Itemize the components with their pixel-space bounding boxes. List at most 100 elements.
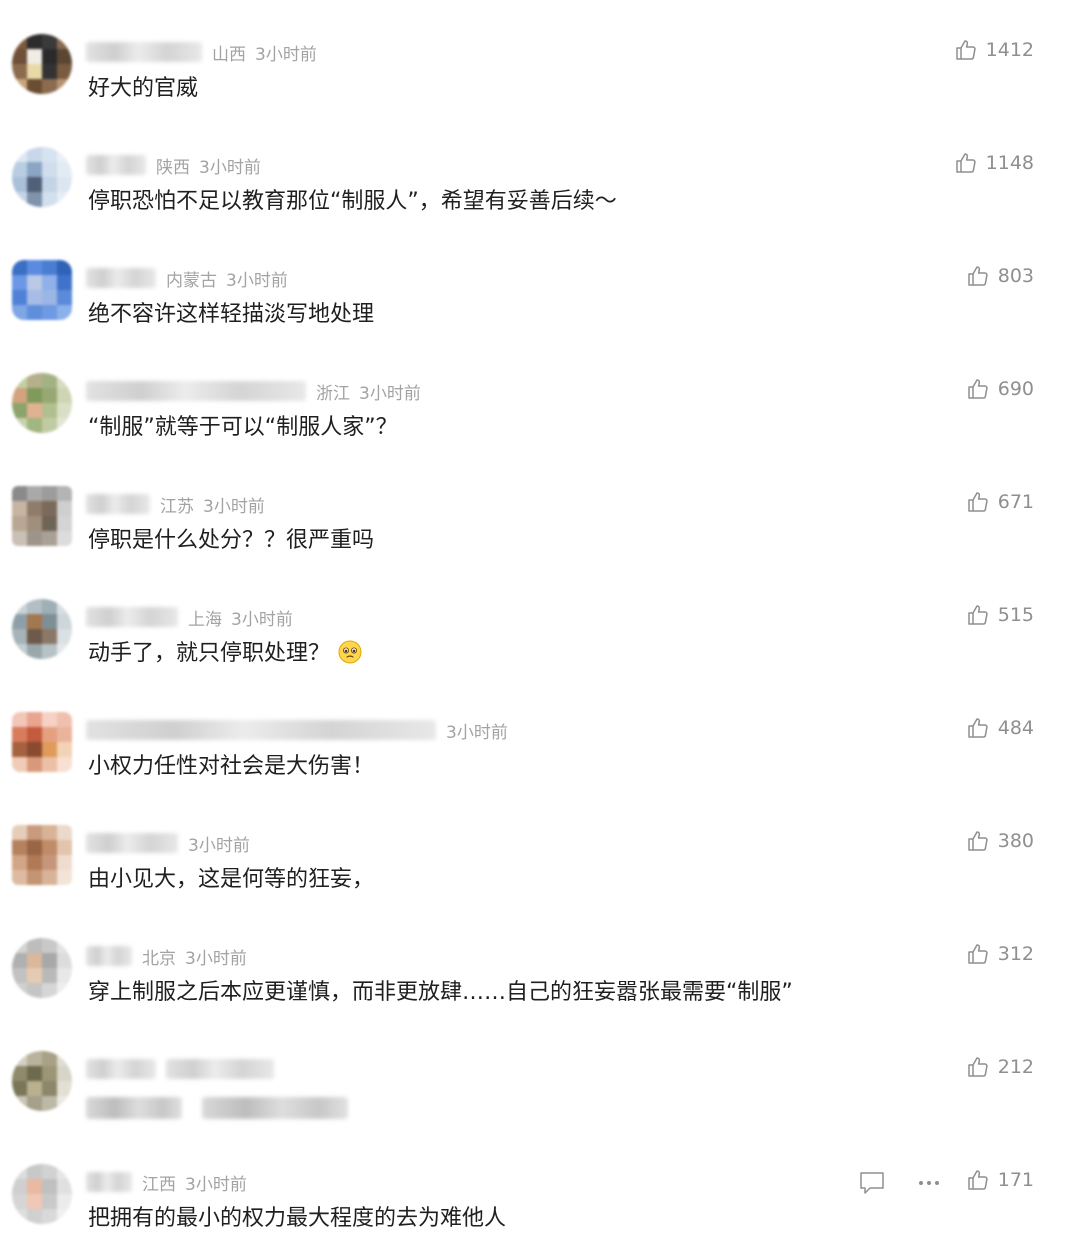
like-count: 671 — [997, 491, 1034, 513]
like-button[interactable]: 515 — [966, 603, 1034, 627]
pleading-face-emoji — [338, 640, 362, 664]
username-blurred[interactable] — [86, 607, 178, 627]
timestamp: 3小时前 — [231, 609, 293, 630]
like-button[interactable]: 1412 — [954, 38, 1034, 62]
username-blurred-extra — [166, 1059, 274, 1079]
avatar[interactable] — [12, 825, 72, 885]
more-icon — [919, 1181, 939, 1185]
comment-item: 上海 3小时前 动手了，就只停职处理？ 515 — [0, 565, 1066, 678]
more-button[interactable] — [916, 1170, 942, 1200]
thumbs-up-icon — [955, 153, 976, 173]
comment-item: 浙江 3小时前 “制服”就等于可以“制服人家”？ 690 — [0, 339, 1066, 452]
like-button[interactable]: 1148 — [954, 151, 1034, 175]
username-blurred[interactable] — [86, 42, 202, 62]
comment-text: 停职是什么处分？？很严重吗 — [88, 528, 375, 553]
like-button[interactable]: 312 — [966, 942, 1034, 966]
thumbs-up-icon — [967, 944, 988, 964]
timestamp: 3小时前 — [255, 44, 317, 65]
like-count: 171 — [997, 1169, 1034, 1191]
comment-item: 陕西 3小时前 停职恐怕不足以教育那位“制服人”，希望有妥善后续～ 1148 — [0, 113, 1066, 226]
username-blurred[interactable] — [86, 946, 132, 966]
username-blurred[interactable] — [86, 720, 436, 740]
location-label: 北京 — [142, 948, 176, 969]
like-count: 515 — [997, 604, 1034, 626]
comment-meta: 山西 3小时前 — [86, 40, 326, 65]
comment-item: 山西 3小时前 好大的官威 1412 — [0, 0, 1066, 113]
like-count: 484 — [997, 717, 1034, 739]
location-label: 山西 — [212, 44, 246, 65]
avatar[interactable] — [12, 599, 72, 659]
thumbs-up-icon — [967, 379, 988, 399]
comment-text: “制服”就等于可以“制服人家”？ — [88, 415, 398, 440]
like-button[interactable]: 484 — [966, 716, 1034, 740]
comment-text: 好大的官威 — [88, 76, 199, 101]
thumbs-up-icon — [967, 605, 988, 625]
like-button[interactable]: 803 — [966, 264, 1034, 288]
timestamp: 3小时前 — [226, 270, 288, 291]
thumbs-up-icon — [967, 266, 988, 286]
avatar[interactable] — [12, 486, 72, 546]
like-button[interactable]: 671 — [966, 490, 1034, 514]
comment-item: 3小时前 由小见大，这是何等的狂妄， 380 — [0, 791, 1066, 904]
like-count: 312 — [997, 943, 1034, 965]
comment-text: 绝不容许这样轻描淡写地处理 — [88, 302, 375, 327]
comment-item: 内蒙古 3小时前 绝不容许这样轻描淡写地处理 803 — [0, 226, 1066, 339]
avatar[interactable] — [12, 938, 72, 998]
like-count: 1148 — [985, 152, 1034, 174]
comment-list: 山西 3小时前 好大的官威 1412 陕西 3小时前 停职恐怕不足以教育那位“制… — [0, 0, 1066, 1242]
comment-meta: 北京 3小时前 — [86, 944, 256, 969]
comment-text: 小权力任性对社会是大伤害！ — [88, 754, 375, 779]
comment-item: 北京 3小时前 穿上制服之后本应更谨慎，而非更放肆……自己的狂妄嚣张最需要“制服… — [0, 904, 1066, 1017]
avatar[interactable] — [12, 147, 72, 207]
reply-button[interactable] — [858, 1170, 886, 1200]
comment-meta: 陕西 3小时前 — [86, 153, 270, 178]
timestamp: 3小时前 — [199, 157, 261, 178]
like-button[interactable]: 212 — [966, 1055, 1034, 1079]
comment-meta: 上海 3小时前 — [86, 605, 302, 630]
like-count: 212 — [997, 1056, 1034, 1078]
like-count: 380 — [997, 830, 1034, 852]
comment-meta: 江西 3小时前 — [86, 1170, 256, 1195]
comment-item: 江苏 3小时前 停职是什么处分？？很严重吗 671 — [0, 452, 1066, 565]
like-button[interactable]: 380 — [966, 829, 1034, 853]
username-blurred[interactable] — [86, 1172, 132, 1192]
thumbs-up-icon — [967, 1170, 988, 1190]
thumbs-up-icon — [955, 40, 976, 60]
timestamp: 3小时前 — [359, 383, 421, 404]
username-blurred[interactable] — [86, 381, 306, 401]
avatar[interactable] — [12, 34, 72, 94]
username-blurred[interactable] — [86, 268, 156, 288]
like-button[interactable]: 690 — [966, 377, 1034, 401]
location-label: 浙江 — [316, 383, 350, 404]
username-blurred[interactable] — [86, 833, 178, 853]
avatar[interactable] — [12, 712, 72, 772]
comment-meta — [86, 1057, 284, 1081]
like-count: 690 — [997, 378, 1034, 400]
timestamp: 3小时前 — [185, 948, 247, 969]
avatar[interactable] — [12, 260, 72, 320]
comment-text: 停职恐怕不足以教育那位“制服人”，希望有妥善后续～ — [88, 189, 617, 214]
location-label: 陕西 — [156, 157, 190, 178]
username-blurred[interactable] — [86, 1059, 156, 1079]
location-label: 上海 — [188, 609, 222, 630]
comment-item: 江西 3小时前 把拥有的最小的权力最大程度的去为难他人 171 — [0, 1130, 1066, 1243]
comment-meta: 浙江 3小时前 — [86, 379, 430, 404]
comment-icon — [860, 1172, 884, 1194]
like-button[interactable]: 171 — [966, 1168, 1034, 1192]
avatar[interactable] — [12, 1051, 72, 1111]
username-blurred[interactable] — [86, 494, 150, 514]
comment-text-blurred — [86, 1097, 348, 1119]
comment-item: 212 — [0, 1017, 1066, 1130]
comment-text: 穿上制服之后本应更谨慎，而非更放肆……自己的狂妄嚣张最需要“制服” — [88, 980, 793, 1005]
comment-meta: 3小时前 — [86, 718, 517, 743]
like-count: 1412 — [985, 39, 1034, 61]
comment-meta: 内蒙古 3小时前 — [86, 266, 297, 291]
thumbs-up-icon — [967, 492, 988, 512]
avatar[interactable] — [12, 373, 72, 433]
username-blurred[interactable] — [86, 155, 146, 175]
comment-text: 由小见大，这是何等的狂妄， — [88, 867, 375, 892]
avatar[interactable] — [12, 1164, 72, 1224]
location-label: 内蒙古 — [166, 270, 217, 291]
thumbs-up-icon — [967, 831, 988, 851]
like-count: 803 — [997, 265, 1034, 287]
